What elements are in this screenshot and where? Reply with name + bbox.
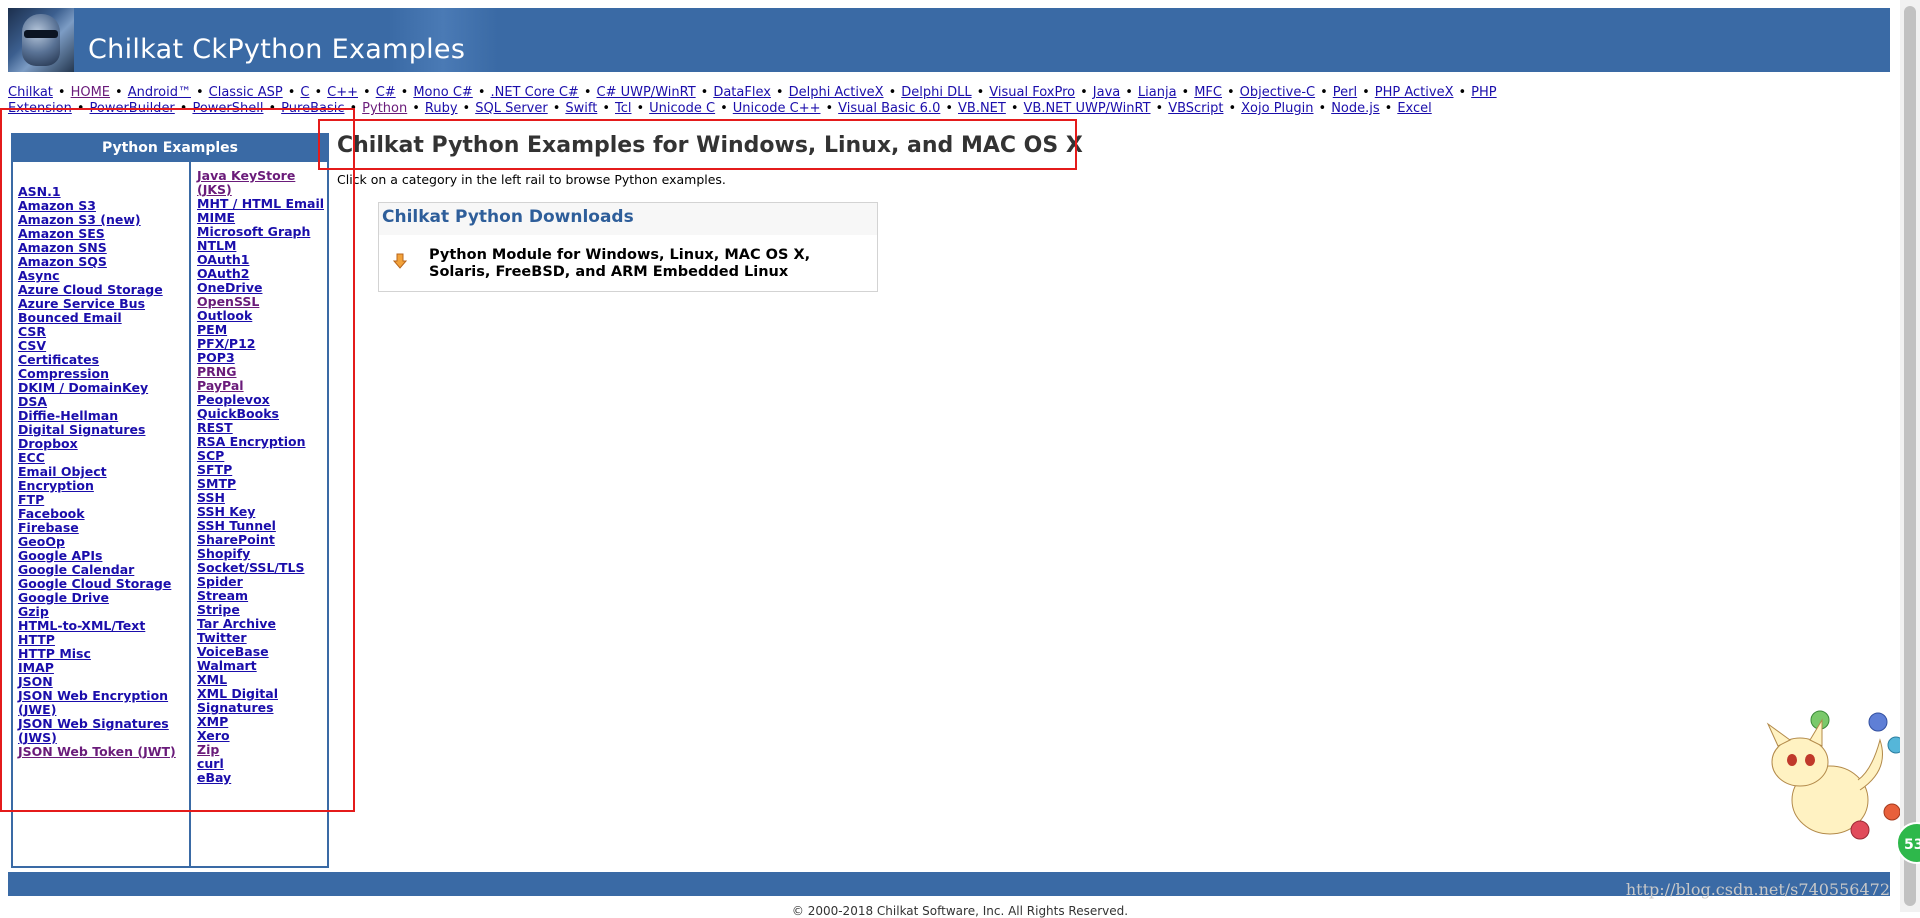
nav-separator: • [825,101,834,116]
logo-sunglasses [24,30,58,38]
nav-separator: • [57,85,66,100]
nav-separator: • [115,85,123,100]
lang-link-c[interactable]: C++ [327,85,358,100]
lang-link-mono-c[interactable]: Mono C# [413,85,472,100]
lang-link-excel[interactable]: Excel [1397,101,1431,116]
page-scrollbar[interactable] [1900,0,1920,912]
nav-separator: • [1010,101,1019,116]
lang-link-sql-server[interactable]: SQL Server [475,101,548,116]
lang-link-classic-asp[interactable]: Classic ASP [209,85,283,100]
nav-separator: • [552,101,561,116]
lang-link-unicode-c[interactable]: Unicode C++ [733,101,821,116]
lang-link-c[interactable]: C# [376,85,396,100]
lang-link-java[interactable]: Java [1093,85,1120,100]
nav-separator: • [314,85,323,100]
lang-link-chilkat[interactable]: Chilkat [8,85,53,100]
nav-separator: • [1080,85,1088,100]
download-python-module-link[interactable]: Python Module for Windows, Linux, MAC OS… [429,247,849,281]
lang-link-visual-basic-6-0[interactable]: Visual Basic 6.0 [838,101,940,116]
lang-link-unicode-c[interactable]: Unicode C [649,101,715,116]
lang-link-tcl[interactable]: Tcl [615,101,632,116]
nav-separator: • [1384,101,1393,116]
nav-separator: • [888,85,897,100]
lang-link-objective-c[interactable]: Objective-C [1240,85,1315,100]
downloads-title: Chilkat Python Downloads [382,207,634,227]
nav-separator: • [1320,85,1328,100]
lang-link-android[interactable]: Android™ [128,85,191,100]
nav-separator: • [720,101,728,116]
mascot-cat-icon[interactable] [1760,700,1900,850]
footer-copyright: © 2000-2018 Chilkat Software, Inc. All R… [791,904,1129,918]
lang-link-dataflex[interactable]: DataFlex [713,85,771,100]
downloads-box: Chilkat Python Downloads Python Module f… [378,202,878,292]
logo-portrait [22,14,60,66]
nav-separator: • [195,85,204,100]
lang-link-php-activex[interactable]: PHP ActiveX [1375,85,1454,100]
nav-separator: • [945,101,954,116]
lang-link-c[interactable]: C [300,85,309,100]
lang-link-node-js[interactable]: Node.js [1331,101,1379,116]
nav-separator: • [412,101,420,116]
lang-link-vb-net-uwp-winrt[interactable]: VB.NET UWP/WinRT [1024,101,1151,116]
annotation-box-title [318,119,1077,170]
lang-link-vbscript[interactable]: VBScript [1168,101,1223,116]
lang-link-perl[interactable]: Perl [1333,85,1357,100]
nav-separator: • [583,85,592,100]
lang-link-net-core-c[interactable]: .NET Core C# [490,85,578,100]
lang-link-delphi-activex[interactable]: Delphi ActiveX [789,85,884,100]
nav-separator: • [400,85,409,100]
nav-separator: • [477,85,486,100]
lang-link-visual-foxpro[interactable]: Visual FoxPro [989,85,1075,100]
downloads-title-bar: Chilkat Python Downloads [379,203,877,235]
page-hint: Click on a category in the left rail to … [337,172,726,187]
lang-link-home[interactable]: HOME [71,85,110,100]
nav-separator: • [602,101,610,116]
nav-separator: • [1458,85,1467,100]
nav-separator: • [1155,101,1164,116]
lang-link-lianja[interactable]: Lianja [1138,85,1177,100]
blog-watermark: http://blog.csdn.net/s740556472 [1625,880,1890,899]
nav-separator: • [1227,85,1235,100]
lang-link-vb-net[interactable]: VB.NET [958,101,1006,116]
nav-separator: • [636,101,645,116]
lang-link-delphi-dll[interactable]: Delphi DLL [901,85,971,100]
chilkat-logo[interactable] [8,8,74,72]
nav-separator: • [1362,85,1370,100]
nav-separator: • [1181,85,1190,100]
footer-bar [8,872,1890,896]
nav-separator: • [775,85,784,100]
site-title: Chilkat CkPython Examples [88,34,466,65]
lang-link-xojo-plugin[interactable]: Xojo Plugin [1241,101,1313,116]
nav-separator: • [700,85,709,100]
lang-link-mfc[interactable]: MFC [1194,85,1222,100]
nav-separator: • [462,101,471,116]
lang-link-swift[interactable]: Swift [565,101,597,116]
nav-separator: • [1125,85,1133,100]
nav-separator: • [287,85,296,100]
lang-link-ruby[interactable]: Ruby [425,101,458,116]
nav-separator: • [1228,101,1237,116]
lang-link-python[interactable]: Python [362,101,407,116]
lang-link-c-uwp-winrt[interactable]: C# UWP/WinRT [597,85,696,100]
nav-separator: • [363,85,371,100]
annotation-box-rail [0,108,355,812]
download-arrow-icon[interactable] [393,253,407,269]
site-header-banner: Chilkat CkPython Examples [8,8,1890,72]
nav-separator: • [976,85,985,100]
scrollbar-thumb[interactable] [1904,6,1916,906]
nav-separator: • [1318,101,1327,116]
